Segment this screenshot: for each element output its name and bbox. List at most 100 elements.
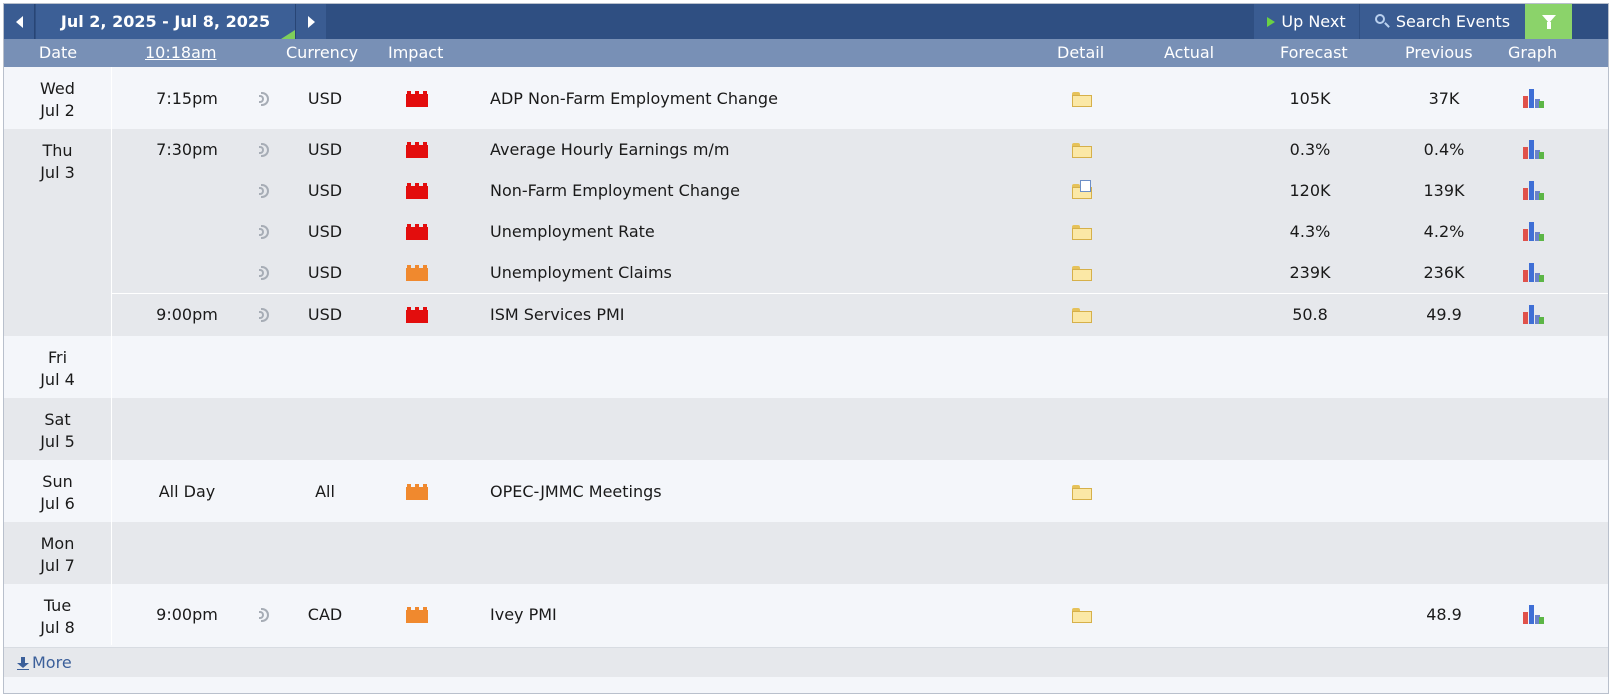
date-range-button[interactable]: Jul 2, 2025 - Jul 8, 2025 xyxy=(36,4,295,39)
day-weekday: Fri xyxy=(47,348,68,367)
next-week-button[interactable] xyxy=(295,4,326,39)
folder-icon[interactable] xyxy=(1072,92,1092,107)
event-time: 7:15pm xyxy=(156,89,218,108)
bar-chart-icon[interactable] xyxy=(1522,181,1544,200)
current-time-link[interactable]: 10:18am xyxy=(145,39,217,67)
column-header-currency: Currency xyxy=(286,43,359,62)
event-row[interactable]: 7:15pm USD ADP Non-Farm Employment Change 1… xyxy=(112,78,1608,119)
bar-chart-icon[interactable] xyxy=(1522,140,1544,159)
event-currency: USD xyxy=(307,89,343,108)
day-date: Jul 5 xyxy=(40,432,75,451)
event-forecast xyxy=(1262,471,1358,512)
event-currency: USD xyxy=(307,305,343,324)
column-header-impact: Impact xyxy=(388,43,444,62)
alert-bell-icon[interactable] xyxy=(259,266,273,280)
bar-chart-icon[interactable] xyxy=(1522,89,1544,108)
event-title[interactable]: ADP Non-Farm Employment Change xyxy=(490,78,778,119)
folder-doc-icon[interactable] xyxy=(1072,180,1092,199)
download-arrow-icon xyxy=(17,656,29,670)
day-date: Jul 3 xyxy=(40,163,75,182)
event-row[interactable]: 7:30pm USD Average Hourly Earnings m/m 0.3%… xyxy=(112,129,1608,170)
column-header-actual: Actual xyxy=(1164,43,1215,62)
day-weekday: Tue xyxy=(43,596,72,615)
day-date: Jul 4 xyxy=(40,370,75,389)
folder-icon[interactable] xyxy=(1072,266,1092,281)
alert-bell-icon[interactable] xyxy=(259,608,273,622)
bar-chart-icon[interactable] xyxy=(1522,222,1544,241)
event-previous xyxy=(1396,471,1492,512)
day-group: Wed Jul 2 7:15pm USD ADP Non-Farm Employment… xyxy=(4,67,1608,129)
alert-bell-icon[interactable] xyxy=(259,92,273,106)
folder-icon[interactable] xyxy=(1072,308,1092,323)
event-row[interactable]: 9:00pm USD ISM Services PMI 50.8 49.9 xyxy=(112,293,1608,334)
date-cell: Mon Jul 7 xyxy=(4,522,112,584)
up-next-label: Up Next xyxy=(1281,12,1346,31)
alert-bell-icon[interactable] xyxy=(259,225,273,239)
event-time: All Day xyxy=(158,482,216,501)
high-impact-icon xyxy=(406,307,428,323)
calendar-widget: Jul 2, 2025 - Jul 8, 2025 Up Next Search… xyxy=(3,3,1609,694)
event-title[interactable]: OPEC-JMMC Meetings xyxy=(490,471,662,512)
event-title[interactable]: Unemployment Claims xyxy=(490,252,672,293)
previous-week-button[interactable] xyxy=(4,4,35,39)
event-row[interactable]: All Day All OPEC-JMMC Meetings xyxy=(112,471,1608,512)
event-forecast: 0.3% xyxy=(1289,140,1331,159)
folder-icon[interactable] xyxy=(1072,485,1092,500)
day-date: Jul 6 xyxy=(40,494,75,513)
high-impact-icon xyxy=(406,183,428,199)
day-weekday: Thu xyxy=(42,141,73,160)
column-header-previous: Previous xyxy=(1405,43,1473,62)
day-group: Fri Jul 4 xyxy=(4,336,1608,398)
alert-bell-icon[interactable] xyxy=(259,308,273,322)
date-cell: Sun Jul 6 xyxy=(4,460,112,522)
filter-icon xyxy=(1541,14,1556,29)
alert-bell-icon[interactable] xyxy=(259,143,273,157)
more-link[interactable]: More xyxy=(17,648,72,678)
event-previous: 48.9 xyxy=(1426,605,1462,624)
high-impact-icon xyxy=(406,91,428,107)
event-row[interactable]: 9:00pm CAD Ivey PMI 48.9 xyxy=(112,594,1608,635)
day-date: Jul 8 xyxy=(40,618,75,637)
filter-button[interactable] xyxy=(1525,4,1572,39)
event-forecast: 4.3% xyxy=(1289,222,1331,241)
folder-icon[interactable] xyxy=(1072,225,1092,240)
event-currency: USD xyxy=(307,140,343,159)
day-weekday: Sat xyxy=(44,410,71,429)
event-currency: All xyxy=(315,482,335,501)
arrow-left-icon xyxy=(15,15,23,28)
search-events-button[interactable]: Search Events xyxy=(1360,4,1525,39)
event-previous: 139K xyxy=(1423,181,1465,200)
folder-icon[interactable] xyxy=(1072,608,1092,623)
bar-chart-icon[interactable] xyxy=(1522,305,1544,324)
play-icon xyxy=(1267,16,1276,27)
event-title[interactable]: ISM Services PMI xyxy=(490,294,625,335)
day-date: Jul 7 xyxy=(40,556,75,575)
alert-bell-icon[interactable] xyxy=(259,184,273,198)
event-time xyxy=(112,252,262,293)
high-impact-icon xyxy=(406,142,428,158)
search-events-label: Search Events xyxy=(1395,12,1511,31)
date-cell: Thu Jul 3 xyxy=(4,129,112,336)
date-cell: Tue Jul 8 xyxy=(4,584,112,645)
calendar-footer: More xyxy=(4,647,1608,677)
folder-icon[interactable] xyxy=(1072,143,1092,158)
search-icon xyxy=(1374,14,1390,29)
day-date: Jul 2 xyxy=(40,101,75,120)
event-title[interactable]: Non-Farm Employment Change xyxy=(490,170,740,211)
event-forecast xyxy=(1262,594,1358,635)
event-title[interactable]: Ivey PMI xyxy=(490,594,557,635)
date-cell: Sat Jul 5 xyxy=(4,398,112,460)
column-header-forecast: Forecast xyxy=(1280,43,1348,62)
bar-chart-icon[interactable] xyxy=(1522,263,1544,282)
more-label: More xyxy=(32,653,72,672)
event-row[interactable]: USD Unemployment Claims 239K 236K xyxy=(112,252,1608,293)
event-title[interactable]: Unemployment Rate xyxy=(490,211,655,252)
medium-impact-icon xyxy=(406,484,428,500)
event-currency: USD xyxy=(307,181,343,200)
up-next-button[interactable]: Up Next xyxy=(1254,4,1359,39)
event-row[interactable]: USD Non-Farm Employment Change 120K 139K xyxy=(112,170,1608,211)
event-row[interactable]: USD Unemployment Rate 4.3% 4.2% xyxy=(112,211,1608,252)
bar-chart-icon[interactable] xyxy=(1522,605,1544,624)
event-title[interactable]: Average Hourly Earnings m/m xyxy=(490,129,729,170)
column-header-graph: Graph xyxy=(1508,43,1558,62)
